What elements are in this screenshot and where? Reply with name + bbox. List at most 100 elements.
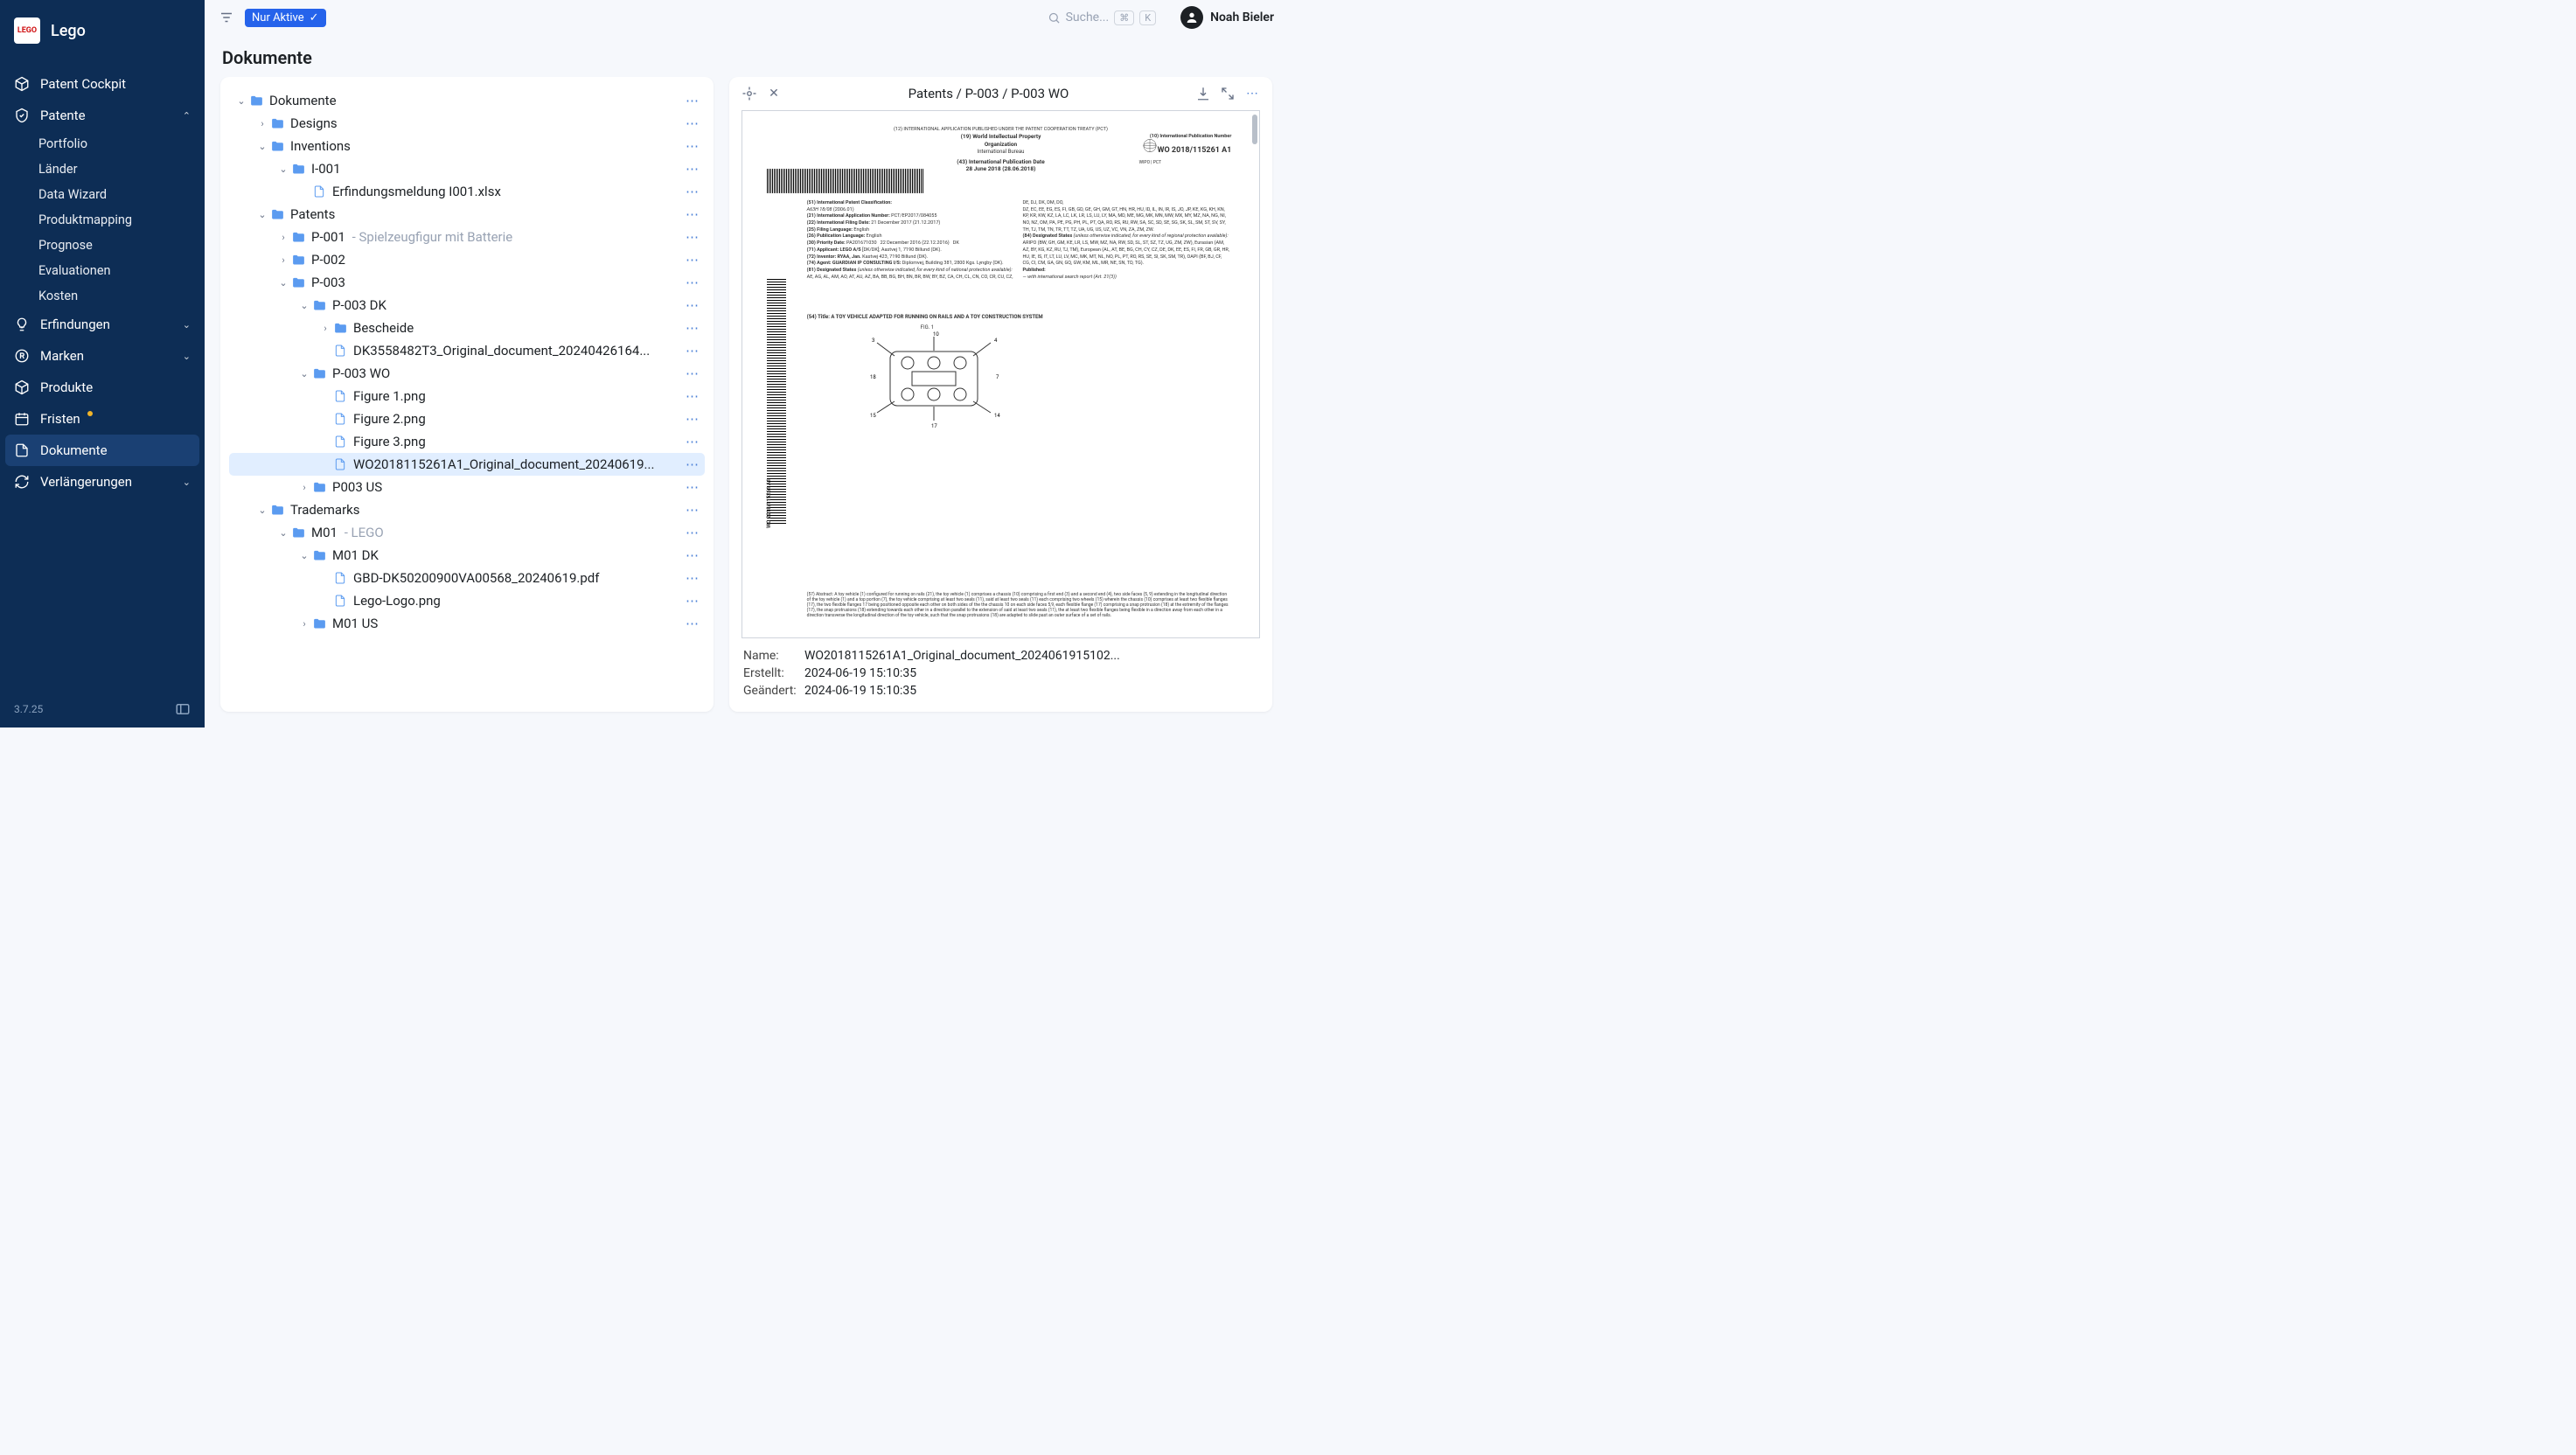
nav-sub-evaluationen[interactable]: Evaluationen: [0, 258, 205, 283]
tree-folder[interactable]: ⌄Inventions⋯: [229, 135, 705, 157]
nav-sub-produktmapping[interactable]: Produktmapping: [0, 207, 205, 233]
row-more-icon[interactable]: ⋯: [686, 229, 700, 245]
chevron-down-icon[interactable]: ⌄: [255, 209, 269, 220]
chevron-right-icon[interactable]: ›: [276, 254, 290, 266]
chevron-down-icon[interactable]: ⌄: [234, 95, 248, 107]
chevron-right-icon[interactable]: ›: [318, 323, 332, 334]
chevron-down-icon[interactable]: ⌄: [255, 141, 269, 152]
pv-title: (54) Title: A TOY VEHICLE ADAPTED FOR RU…: [807, 314, 1043, 320]
chevron-right-icon[interactable]: ›: [276, 232, 290, 243]
row-more-icon[interactable]: ⋯: [686, 343, 700, 359]
nav-item-dokumente[interactable]: Dokumente: [5, 435, 199, 466]
chevron-right-icon[interactable]: ›: [297, 618, 311, 630]
expand-icon[interactable]: [1220, 86, 1236, 101]
row-more-icon[interactable]: ⋯: [686, 138, 700, 154]
nav-item-erfindungen[interactable]: Erfindungen⌄: [0, 309, 205, 340]
nav-item-verlängerungen[interactable]: Verlängerungen⌄: [0, 466, 205, 498]
tree-folder[interactable]: ⌄Dokumente⋯: [229, 89, 705, 112]
row-more-icon[interactable]: ⋯: [686, 275, 700, 290]
filter-chip-active[interactable]: Nur Aktive ✓: [245, 9, 326, 27]
row-more-icon[interactable]: ⋯: [686, 525, 700, 540]
row-more-icon[interactable]: ⋯: [686, 252, 700, 268]
chevron-down-icon[interactable]: ⌄: [276, 527, 290, 539]
row-more-icon[interactable]: ⋯: [686, 479, 700, 495]
node-label: P-003: [311, 275, 686, 290]
file-icon: [332, 434, 348, 449]
download-icon[interactable]: [1195, 86, 1211, 101]
row-more-icon[interactable]: ⋯: [686, 434, 700, 449]
nav-item-fristen[interactable]: Fristen: [0, 403, 205, 435]
tree-folder[interactable]: ›Bescheide⋯: [229, 317, 705, 339]
row-more-icon[interactable]: ⋯: [686, 502, 700, 518]
chevron-down-icon[interactable]: ⌄: [297, 368, 311, 379]
tree-folder[interactable]: ⌄ I-001⋯: [229, 157, 705, 180]
tree-folder[interactable]: ›Designs⋯: [229, 112, 705, 135]
row-more-icon[interactable]: ⋯: [686, 161, 700, 177]
node-label: GBD-DK50200900VA00568_20240619.pdf: [353, 570, 686, 586]
nav-sub-portfolio[interactable]: Portfolio: [0, 131, 205, 157]
nav-sub-länder[interactable]: Länder: [0, 157, 205, 182]
nav-item-patente[interactable]: Patente⌃: [0, 100, 205, 131]
row-more-icon[interactable]: ⋯: [686, 297, 700, 313]
chevron-down-icon[interactable]: ⌄: [276, 164, 290, 175]
brand: LEGO Lego: [0, 0, 205, 61]
user-name: Noah Bieler: [1210, 10, 1274, 24]
chevron-down-icon[interactable]: ⌄: [255, 505, 269, 516]
nav-sub-data-wizard[interactable]: Data Wizard: [0, 182, 205, 207]
tree-folder[interactable]: ⌄M01 - LEGO⋯: [229, 521, 705, 544]
row-more-icon[interactable]: ⋯: [686, 547, 700, 563]
row-more-icon[interactable]: ⋯: [686, 184, 700, 199]
user-menu[interactable]: Noah Bieler: [1180, 6, 1274, 29]
tree-folder[interactable]: ⌄Patents⋯: [229, 203, 705, 226]
chevron-down-icon[interactable]: ⌄: [297, 550, 311, 561]
node-label: P003 US: [332, 479, 686, 495]
tree-file[interactable]: WO2018115261A1_Original_document_2024061…: [229, 453, 705, 476]
nav-item-produkte[interactable]: Produkte: [0, 372, 205, 403]
node-label: I-001: [311, 161, 686, 177]
row-more-icon[interactable]: ⋯: [686, 320, 700, 336]
tree-folder[interactable]: ›P-001 - Spielzeugfigur mit Batterie⋯: [229, 226, 705, 248]
nav-item-marken[interactable]: Marken⌄: [0, 340, 205, 372]
sidebar-footer: 3.7.25: [0, 691, 205, 728]
tree-folder[interactable]: ⌄P-003 DK⋯: [229, 294, 705, 317]
row-more-icon[interactable]: ⋯: [686, 616, 700, 631]
row-more-icon[interactable]: ⋯: [686, 411, 700, 427]
chevron-right-icon[interactable]: ›: [255, 118, 269, 129]
tree-folder[interactable]: ›M01 US⋯: [229, 612, 705, 635]
row-more-icon[interactable]: ⋯: [686, 456, 700, 472]
row-more-icon[interactable]: ⋯: [686, 93, 700, 108]
tree-folder[interactable]: › P003 US⋯: [229, 476, 705, 498]
tree-file[interactable]: Lego-Logo.png⋯: [229, 589, 705, 612]
tree-file[interactable]: DK3558482T3_Original_document_2024042616…: [229, 339, 705, 362]
scrollbar-thumb[interactable]: [1252, 115, 1257, 144]
tree-file[interactable]: Figure 2.png⋯: [229, 407, 705, 430]
nav-sub-prognose[interactable]: Prognose: [0, 233, 205, 258]
locate-icon[interactable]: [741, 86, 757, 101]
tree-file[interactable]: GBD-DK50200900VA00568_20240619.pdf⋯: [229, 567, 705, 589]
collapse-sidebar-icon[interactable]: [175, 701, 191, 717]
tree-folder[interactable]: ⌄M01 DK⋯: [229, 544, 705, 567]
close-icon[interactable]: ✕: [766, 86, 782, 101]
row-more-icon[interactable]: ⋯: [686, 115, 700, 131]
chevron-down-icon[interactable]: ⌄: [276, 277, 290, 289]
tree-folder[interactable]: ⌄Trademarks⋯: [229, 498, 705, 521]
chevron-right-icon[interactable]: ›: [297, 482, 311, 493]
row-more-icon[interactable]: ⋯: [686, 365, 700, 381]
chevron-down-icon[interactable]: ⌄: [297, 300, 311, 311]
nav-sub-kosten[interactable]: Kosten: [0, 283, 205, 309]
search[interactable]: Suche... ⌘ K: [1048, 10, 1156, 25]
row-more-icon[interactable]: ⋯: [686, 388, 700, 404]
more-icon[interactable]: ⋯: [1244, 86, 1260, 101]
nav-item-patent-cockpit[interactable]: Patent Cockpit: [0, 68, 205, 100]
tree-folder[interactable]: ⌄P-003 WO⋯: [229, 362, 705, 385]
row-more-icon[interactable]: ⋯: [686, 206, 700, 222]
tree-file[interactable]: Figure 1.png⋯: [229, 385, 705, 407]
tree-file[interactable]: Erfindungsmeldung I001.xlsx⋯: [229, 180, 705, 203]
row-more-icon[interactable]: ⋯: [686, 593, 700, 609]
tree-file[interactable]: Figure 3.png⋯: [229, 430, 705, 453]
filter-icon[interactable]: [219, 10, 234, 25]
row-more-icon[interactable]: ⋯: [686, 570, 700, 586]
document-preview[interactable]: (12) INTERNATIONAL APPLICATION PUBLISHED…: [741, 110, 1260, 638]
tree-folder[interactable]: ⌄ P-003⋯: [229, 271, 705, 294]
tree-folder[interactable]: ›P-002⋯: [229, 248, 705, 271]
